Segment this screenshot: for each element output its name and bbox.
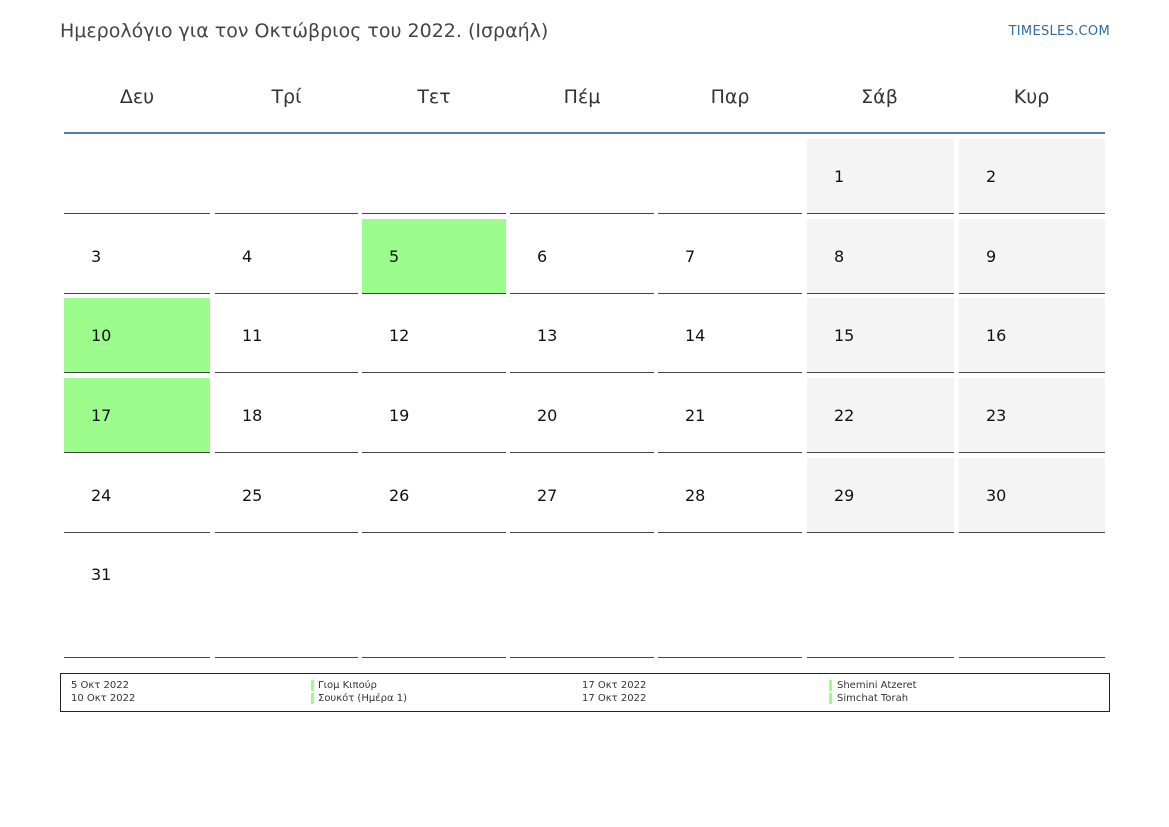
- day-number: 18: [242, 406, 263, 425]
- day-cell[interactable]: 26: [362, 458, 506, 533]
- day-number: 3: [91, 247, 102, 266]
- day-number: 22: [834, 406, 855, 425]
- day-cell[interactable]: 1: [807, 139, 954, 214]
- day-cell[interactable]: 14: [658, 298, 802, 373]
- weekday-wed: Τετ: [417, 86, 451, 108]
- day-number: 1: [834, 167, 845, 186]
- day-number: 14: [685, 326, 706, 345]
- legend-holiday-name: Shemini Atzeret: [837, 680, 917, 691]
- day-cell[interactable]: 9: [959, 219, 1105, 294]
- day-number: 28: [685, 486, 706, 505]
- day-number: 31: [91, 565, 112, 584]
- weekday-header-row: Δευ Τρί Τετ Πέμ Παρ Σάβ Κυρ: [64, 78, 1105, 134]
- day-cell[interactable]: 20: [510, 378, 654, 453]
- day-cell[interactable]: 7: [658, 219, 802, 294]
- day-number: 20: [537, 406, 558, 425]
- legend-holiday-name: Simchat Torah: [837, 693, 909, 704]
- day-number: 2: [986, 167, 997, 186]
- legend-color-marker: [311, 693, 314, 704]
- day-number: 27: [537, 486, 558, 505]
- day-number: 11: [242, 326, 263, 345]
- day-number: 13: [537, 326, 558, 345]
- empty-day-cell: [510, 139, 654, 214]
- day-number: 19: [389, 406, 410, 425]
- weekday-sun: Κυρ: [1013, 86, 1050, 108]
- day-cell[interactable]: 10: [64, 298, 210, 373]
- day-number: 29: [834, 486, 855, 505]
- weekday-tue: Τρί: [271, 86, 302, 108]
- day-cell[interactable]: 24: [64, 458, 210, 533]
- day-number: 15: [834, 326, 855, 345]
- day-cell[interactable]: 27: [510, 458, 654, 533]
- day-cell[interactable]: 15: [807, 298, 954, 373]
- day-cell[interactable]: 29: [807, 458, 954, 533]
- day-number: 17: [91, 406, 112, 425]
- empty-day-cell: [64, 139, 210, 214]
- day-number: 26: [389, 486, 410, 505]
- day-cell[interactable]: 6: [510, 219, 654, 294]
- legend-color-marker: [311, 680, 314, 691]
- day-number: 8: [834, 247, 845, 266]
- weekday-thu: Πέμ: [563, 86, 601, 108]
- day-cell[interactable]: 13: [510, 298, 654, 373]
- day-number: 24: [91, 486, 112, 505]
- day-cell[interactable]: 2: [959, 139, 1105, 214]
- empty-day-cell: [362, 537, 506, 658]
- day-number: 16: [986, 326, 1007, 345]
- day-number: 9: [986, 247, 997, 266]
- weekday-mon: Δευ: [119, 86, 155, 108]
- day-number: 25: [242, 486, 263, 505]
- day-cell[interactable]: 19: [362, 378, 506, 453]
- day-number: 7: [685, 247, 696, 266]
- day-cell[interactable]: 25: [215, 458, 358, 533]
- day-cell[interactable]: 21: [658, 378, 802, 453]
- brand-link[interactable]: TIMESLES.COM: [1009, 24, 1110, 39]
- empty-day-cell: [807, 537, 954, 658]
- day-cell[interactable]: 8: [807, 219, 954, 294]
- day-number: 12: [389, 326, 410, 345]
- weekday-sat: Σάβ: [861, 86, 898, 108]
- day-number: 21: [685, 406, 706, 425]
- empty-day-cell: [510, 537, 654, 658]
- legend-date: 17 Οκτ 2022: [582, 693, 647, 704]
- day-number: 23: [986, 406, 1007, 425]
- empty-day-cell: [658, 537, 802, 658]
- page-title: Ημερολόγιο για τον Οκτώβριος του 2022. (…: [60, 20, 549, 42]
- holiday-legend: 5 Οκτ 2022 10 Οκτ 2022 Γιομ Κιπούρ Σουκό…: [60, 673, 1110, 712]
- day-cell[interactable]: 5: [362, 219, 506, 294]
- day-cell[interactable]: 16: [959, 298, 1105, 373]
- legend-holiday-name: Γιομ Κιπούρ: [318, 680, 377, 691]
- day-number: 30: [986, 486, 1007, 505]
- day-number: 10: [91, 326, 112, 345]
- empty-day-cell: [959, 537, 1105, 658]
- day-cell[interactable]: 31: [64, 537, 210, 658]
- legend-holiday-name: Σουκότ (Ημέρα 1): [318, 693, 408, 704]
- legend-date: 17 Οκτ 2022: [582, 680, 647, 691]
- day-cell[interactable]: 28: [658, 458, 802, 533]
- day-cell[interactable]: 17: [64, 378, 210, 453]
- empty-day-cell: [215, 139, 358, 214]
- legend-color-marker: [829, 680, 832, 691]
- day-cell[interactable]: 18: [215, 378, 358, 453]
- day-cell[interactable]: 4: [215, 219, 358, 294]
- weekday-fri: Παρ: [710, 86, 750, 108]
- day-number: 5: [389, 247, 400, 266]
- day-number: 6: [537, 247, 548, 266]
- empty-day-cell: [362, 139, 506, 214]
- legend-color-marker: [829, 693, 832, 704]
- day-cell[interactable]: 3: [64, 219, 210, 294]
- legend-date: 5 Οκτ 2022: [71, 680, 129, 691]
- empty-day-cell: [658, 139, 802, 214]
- empty-day-cell: [215, 537, 358, 658]
- day-cell[interactable]: 12: [362, 298, 506, 373]
- legend-date: 10 Οκτ 2022: [71, 693, 136, 704]
- day-cell[interactable]: 30: [959, 458, 1105, 533]
- day-cell[interactable]: 22: [807, 378, 954, 453]
- day-cell[interactable]: 23: [959, 378, 1105, 453]
- day-number: 4: [242, 247, 253, 266]
- day-cell[interactable]: 11: [215, 298, 358, 373]
